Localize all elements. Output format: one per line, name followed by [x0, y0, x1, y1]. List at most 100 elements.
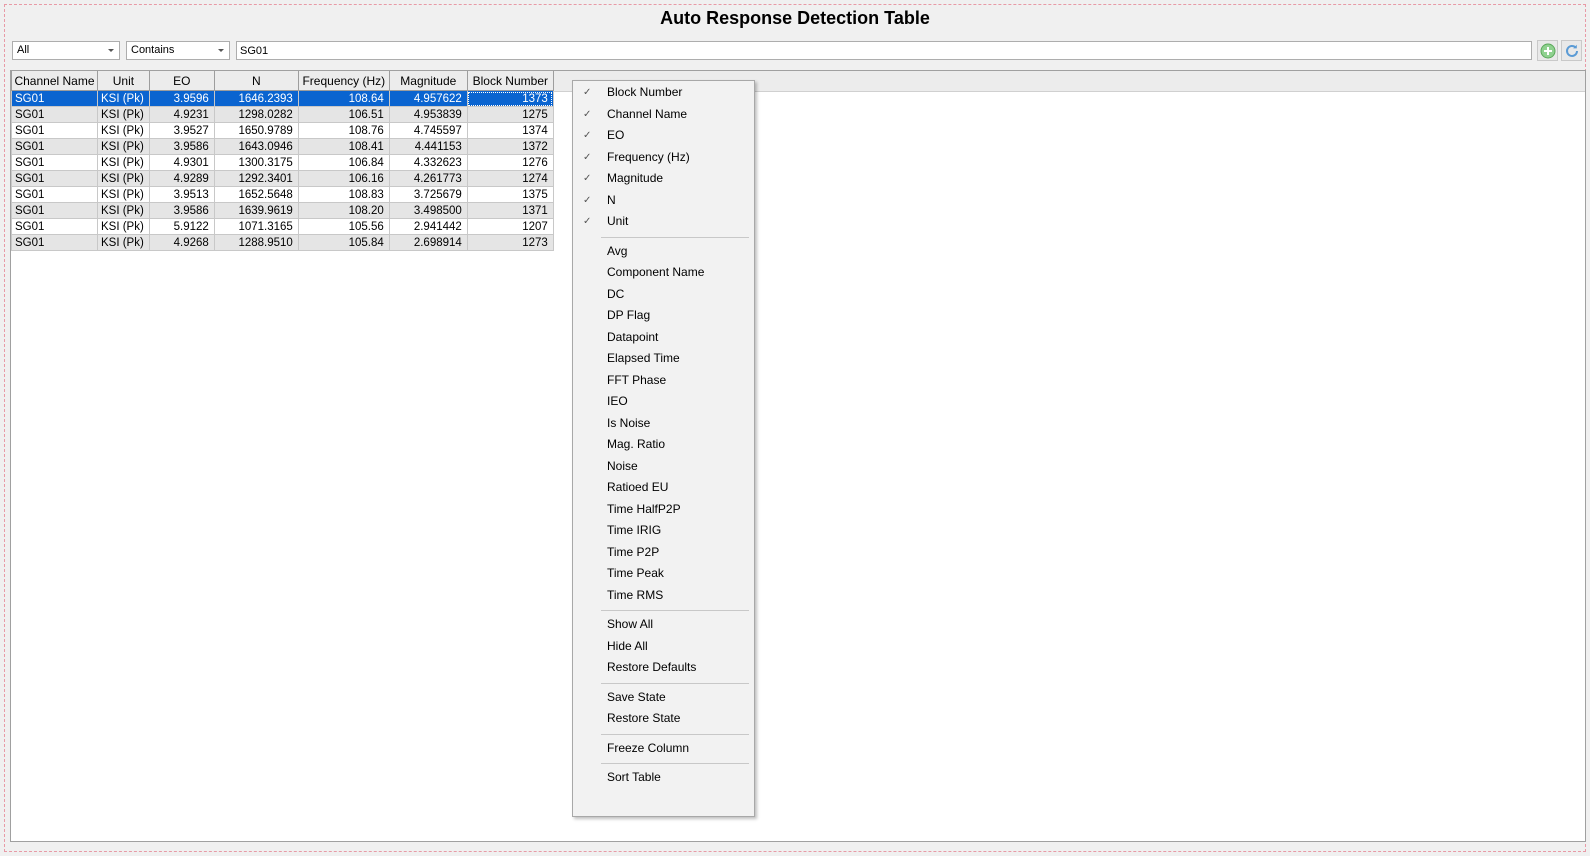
table-cell[interactable]: 3.9513 — [148, 186, 215, 203]
search-input[interactable] — [236, 41, 1532, 60]
table-cell[interactable]: 105.56 — [297, 218, 390, 235]
menu-item-unit[interactable]: ✓ Unit — [573, 211, 754, 232]
table-cell[interactable]: KSI (Pk) — [97, 154, 150, 171]
table-cell[interactable]: KSI (Pk) — [97, 170, 150, 187]
table-cell[interactable]: 1652.5648 — [213, 186, 299, 203]
table-cell[interactable]: 1372 — [466, 138, 554, 155]
table-cell[interactable]: 4.957622 — [388, 90, 468, 107]
menu-item-restore-defaults[interactable]: Restore Defaults — [573, 657, 754, 678]
add-filter-button[interactable] — [1537, 40, 1558, 61]
table-cell[interactable]: 3.9586 — [148, 138, 215, 155]
table-cell[interactable]: 1207 — [466, 218, 554, 235]
menu-item-freeze-column[interactable]: Freeze Column — [573, 738, 754, 759]
table-row[interactable]: SG01 KSI (Pk) 4.9289 1292.3401 106.16 4.26177… — [11, 170, 554, 187]
table-cell[interactable]: KSI (Pk) — [97, 138, 150, 155]
column-header-n[interactable]: N — [213, 71, 299, 91]
menu-item-noise[interactable]: Noise — [573, 456, 754, 477]
menu-item-time-halfp2p[interactable]: Time HalfP2P — [573, 499, 754, 520]
menu-item-dp-flag[interactable]: DP Flag — [573, 305, 754, 326]
table-cell[interactable]: KSI (Pk) — [97, 202, 150, 219]
menu-item-frequency-hz[interactable]: ✓ Frequency (Hz) — [573, 147, 754, 168]
menu-item-time-peak[interactable]: Time Peak — [573, 563, 754, 584]
table-cell[interactable]: 106.16 — [297, 170, 390, 187]
column-header-unit[interactable]: Unit — [97, 71, 150, 91]
menu-item-eo[interactable]: ✓ EO — [573, 125, 754, 146]
column-header-magnitude[interactable]: Magnitude — [388, 71, 468, 91]
column-filter-dropdown[interactable]: All — [12, 41, 120, 60]
table-row[interactable]: SG01 KSI (Pk) 4.9231 1298.0282 106.51 4.95383… — [11, 106, 554, 123]
column-header-frequency[interactable]: Frequency (Hz) — [297, 71, 390, 91]
menu-item-show-all[interactable]: Show All — [573, 614, 754, 635]
table-cell[interactable]: SG01 — [11, 106, 98, 123]
menu-item-restore-state[interactable]: Restore State — [573, 708, 754, 729]
menu-item-channel-name[interactable]: ✓ Channel Name — [573, 104, 754, 125]
menu-item-time-irig[interactable]: Time IRIG — [573, 520, 754, 541]
table-cell[interactable]: 1071.3165 — [213, 218, 299, 235]
table-cell[interactable]: 4.953839 — [388, 106, 468, 123]
table-row[interactable]: SG01 KSI (Pk) 3.9527 1650.9789 108.76 4.74559… — [11, 122, 554, 139]
table-cell[interactable]: 2.941442 — [388, 218, 468, 235]
table-cell[interactable]: SG01 — [11, 234, 98, 251]
table-cell[interactable]: 5.9122 — [148, 218, 215, 235]
menu-item-is-noise[interactable]: Is Noise — [573, 413, 754, 434]
table-cell[interactable]: 1371 — [466, 202, 554, 219]
table-cell[interactable]: KSI (Pk) — [97, 122, 150, 139]
table-cell[interactable]: 4.9231 — [148, 106, 215, 123]
table-row[interactable]: SG01 KSI (Pk) 3.9586 1643.0946 108.41 4.44115… — [11, 138, 554, 155]
table-cell[interactable]: KSI (Pk) — [97, 106, 150, 123]
table-cell[interactable]: 106.84 — [297, 154, 390, 171]
table-cell[interactable]: 2.698914 — [388, 234, 468, 251]
table-cell[interactable]: 1273 — [466, 234, 554, 251]
table-cell[interactable]: 1288.9510 — [213, 234, 299, 251]
table-cell[interactable]: 1292.3401 — [213, 170, 299, 187]
table-cell[interactable]: 3.9586 — [148, 202, 215, 219]
table-cell[interactable]: 3.9596 — [148, 90, 215, 107]
table-cell[interactable]: 108.83 — [297, 186, 390, 203]
table-cell[interactable]: 1275 — [466, 106, 554, 123]
table-cell[interactable]: 108.20 — [297, 202, 390, 219]
table-row[interactable]: SG01 KSI (Pk) 3.9513 1652.5648 108.83 3.72567… — [11, 186, 554, 203]
table-cell[interactable]: 1643.0946 — [213, 138, 299, 155]
table-cell[interactable]: 1274 — [466, 170, 554, 187]
table-cell[interactable]: 108.76 — [297, 122, 390, 139]
table-cell[interactable]: SG01 — [11, 154, 98, 171]
menu-item-save-state[interactable]: Save State — [573, 687, 754, 708]
table-cell[interactable]: 4.441153 — [388, 138, 468, 155]
menu-item-sort-table[interactable]: Sort Table — [573, 767, 754, 788]
table-cell[interactable]: KSI (Pk) — [97, 218, 150, 235]
table-cell[interactable]: 105.84 — [297, 234, 390, 251]
table-cell[interactable]: 106.51 — [297, 106, 390, 123]
menu-item-ratioed-eu[interactable]: Ratioed EU — [573, 477, 754, 498]
table-cell[interactable]: 3.9527 — [148, 122, 215, 139]
menu-item-magnitude[interactable]: ✓ Magnitude — [573, 168, 754, 189]
refresh-button[interactable] — [1561, 40, 1582, 61]
table-cell[interactable]: 108.41 — [297, 138, 390, 155]
menu-item-component-name[interactable]: Component Name — [573, 262, 754, 283]
table-cell[interactable]: 1650.9789 — [213, 122, 299, 139]
table-row[interactable]: SG01 KSI (Pk) 5.9122 1071.3165 105.56 2.94144… — [11, 218, 554, 235]
menu-item-avg[interactable]: Avg — [573, 241, 754, 262]
table-row[interactable]: SG01 KSI (Pk) 3.9586 1639.9619 108.20 3.49850… — [11, 202, 554, 219]
menu-item-elapsed-time[interactable]: Elapsed Time — [573, 348, 754, 369]
table-cell[interactable]: SG01 — [11, 90, 98, 107]
table-cell[interactable]: SG01 — [11, 122, 98, 139]
table-cell[interactable]: 1374 — [466, 122, 554, 139]
table-cell[interactable]: KSI (Pk) — [97, 186, 150, 203]
table-row[interactable]: SG01 KSI (Pk) 4.9268 1288.9510 105.84 2.69891… — [11, 234, 554, 251]
menu-item-time-rms[interactable]: Time RMS — [573, 585, 754, 606]
column-header-channel-name[interactable]: Channel Name — [11, 71, 98, 91]
table-cell[interactable]: KSI (Pk) — [97, 234, 150, 251]
table-cell[interactable]: 4.9301 — [148, 154, 215, 171]
menu-item-n[interactable]: ✓ N — [573, 190, 754, 211]
table-cell[interactable]: 4.332623 — [388, 154, 468, 171]
match-mode-dropdown[interactable]: Contains — [126, 41, 230, 60]
menu-item-ieo[interactable]: IEO — [573, 391, 754, 412]
table-cell[interactable]: 4.9268 — [148, 234, 215, 251]
table-cell[interactable]: 3.725679 — [388, 186, 468, 203]
menu-item-dc[interactable]: DC — [573, 284, 754, 305]
table-cell[interactable]: 1276 — [466, 154, 554, 171]
menu-item-time-p2p[interactable]: Time P2P — [573, 542, 754, 563]
table-cell[interactable]: SG01 — [11, 186, 98, 203]
table-cell[interactable]: SG01 — [11, 202, 98, 219]
table-cell[interactable]: 1373 — [466, 90, 554, 107]
